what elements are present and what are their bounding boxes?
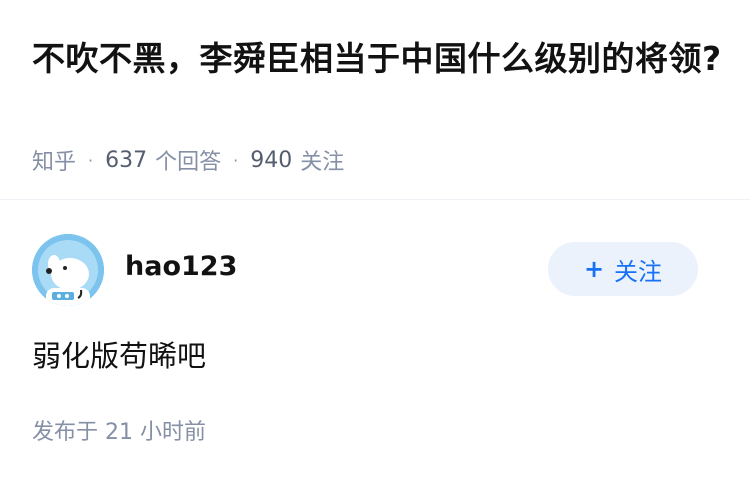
avatar[interactable] xyxy=(32,234,104,306)
question-header: 不吹不黑，李舜臣相当于中国什么级别的将领? 知乎 · 637 个回答 · 940… xyxy=(0,0,750,200)
answer-time-value: 21 小时前 xyxy=(105,420,207,445)
follow-button-label: 关注 xyxy=(614,257,663,286)
author-name[interactable]: hao123 xyxy=(125,249,237,285)
answer-time: 发布于 21 小时前 xyxy=(32,415,206,451)
followers-count: 940 xyxy=(250,147,293,173)
question-meta: 知乎 · 637 个回答 · 940 关注 xyxy=(32,142,344,178)
answers-count: 637 xyxy=(105,147,148,173)
answer-content[interactable]: 弱化版苟晞吧 xyxy=(32,334,206,378)
plus-icon: + xyxy=(583,255,605,283)
astronaut-dog-avatar-icon xyxy=(32,234,104,306)
answer-card: hao123 + 关注 弱化版苟晞吧 发布于 21 小时前 xyxy=(0,201,750,484)
separator-dot-icon: · xyxy=(233,150,239,170)
question-title[interactable]: 不吹不黑，李舜臣相当于中国什么级别的将领? xyxy=(32,34,722,84)
followers-label[interactable]: 关注 xyxy=(300,144,344,176)
source-label[interactable]: 知乎 xyxy=(32,144,76,176)
separator-dot-icon: · xyxy=(88,150,94,170)
answer-time-prefix: 发布于 xyxy=(32,420,99,445)
follow-button[interactable]: + 关注 xyxy=(548,242,698,296)
answers-label[interactable]: 个回答 xyxy=(155,144,221,176)
